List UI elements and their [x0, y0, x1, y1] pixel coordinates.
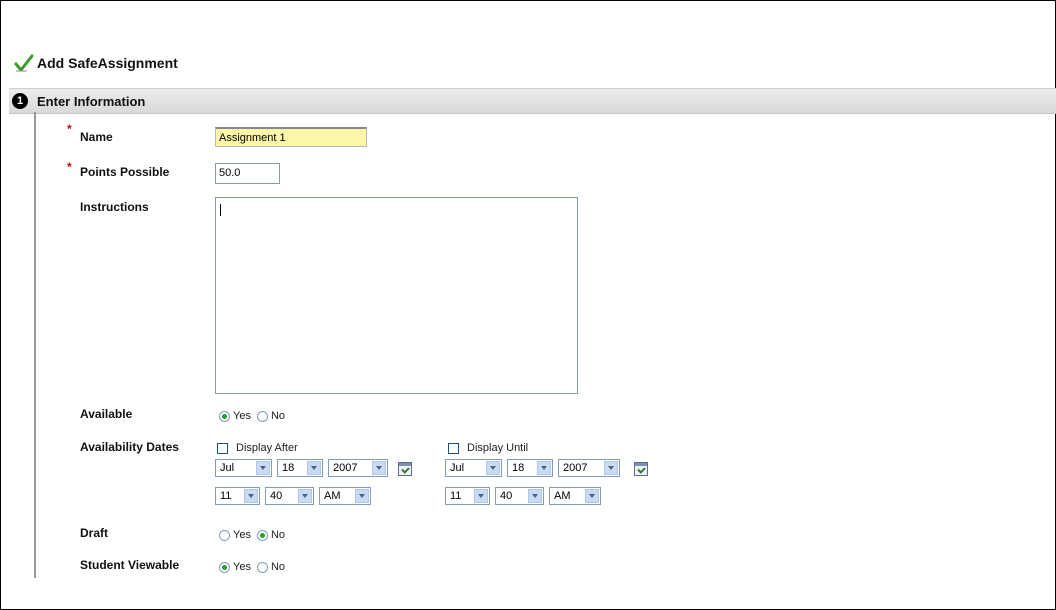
- student-viewable-yes-radio[interactable]: [219, 561, 230, 573]
- page-title: Add SafeAssignment: [14, 52, 178, 74]
- display-after-checkbox[interactable]: [217, 442, 228, 454]
- points-possible-label: Points Possible: [80, 165, 170, 179]
- required-marker: *: [67, 122, 72, 136]
- student-viewable-no-radio[interactable]: [256, 561, 268, 573]
- section-vertical-rule: [34, 112, 36, 578]
- select-value: Jul: [220, 462, 235, 474]
- draft-label: Draft: [80, 526, 109, 540]
- chevron-down-icon[interactable]: [474, 489, 488, 503]
- text-caret: [220, 204, 221, 216]
- chevron-down-icon[interactable]: [537, 461, 551, 475]
- available-no-label: No: [270, 410, 286, 422]
- draft-radio-group: Yes No: [219, 529, 291, 541]
- chevron-down-icon[interactable]: [307, 461, 321, 475]
- display-until-month-select[interactable]: Jul: [445, 459, 502, 477]
- calendar-icon[interactable]: [398, 462, 412, 476]
- chevron-down-icon[interactable]: [244, 489, 258, 503]
- chevron-down-icon[interactable]: [486, 461, 500, 475]
- display-after-minute-select[interactable]: 40: [265, 487, 314, 505]
- chevron-down-icon[interactable]: [604, 461, 618, 475]
- page-title-text: Add SafeAssignment: [37, 55, 178, 71]
- name-label: Name: [80, 130, 113, 144]
- display-until-minute-select[interactable]: 40: [495, 487, 544, 505]
- chevron-down-icon[interactable]: [372, 461, 386, 475]
- select-value: 40: [500, 490, 513, 502]
- display-until-checkbox[interactable]: [448, 442, 459, 454]
- green-check-icon: [14, 54, 34, 72]
- display-until-label: Display Until: [467, 442, 529, 454]
- chevron-down-icon[interactable]: [256, 461, 270, 475]
- student-viewable-radio-group: Yes No: [219, 561, 291, 573]
- select-value: 11: [450, 490, 462, 502]
- chevron-down-icon[interactable]: [298, 489, 312, 503]
- chevron-down-icon[interactable]: [355, 489, 369, 503]
- display-until-ampm-select[interactable]: AM: [549, 487, 601, 505]
- available-no-radio[interactable]: [256, 410, 268, 422]
- display-after-hour-select[interactable]: 11: [215, 487, 260, 505]
- select-value: 2007: [563, 462, 588, 474]
- instructions-textarea[interactable]: [215, 197, 578, 394]
- instructions-label: Instructions: [80, 200, 149, 214]
- display-after-day-select[interactable]: 18: [277, 459, 323, 477]
- available-yes-label: Yes: [233, 410, 251, 422]
- select-value: 18: [282, 462, 295, 474]
- available-radio-group: Yes No: [219, 410, 291, 422]
- calendar-icon[interactable]: [634, 462, 648, 476]
- draft-yes-radio[interactable]: [219, 529, 230, 541]
- chevron-down-icon[interactable]: [528, 489, 542, 503]
- display-after-row: Display After: [217, 442, 298, 454]
- name-input[interactable]: Assignment 1: [215, 127, 367, 147]
- draft-yes-label: Yes: [233, 529, 251, 541]
- select-value: AM: [324, 490, 341, 502]
- section-header: 1 Enter Information: [9, 88, 1056, 114]
- display-until-year-select[interactable]: 2007: [558, 459, 620, 477]
- chevron-down-icon[interactable]: [585, 489, 599, 503]
- display-after-month-select[interactable]: Jul: [215, 459, 272, 477]
- select-value: Jul: [450, 462, 465, 474]
- availability-dates-label: Availability Dates: [80, 440, 179, 454]
- display-until-hour-select[interactable]: 11: [445, 487, 490, 505]
- select-value: 2007: [333, 462, 358, 474]
- display-after-ampm-select[interactable]: AM: [319, 487, 371, 505]
- select-value: 11: [220, 490, 232, 502]
- display-after-year-select[interactable]: 2007: [328, 459, 388, 477]
- draft-no-label: No: [270, 529, 286, 541]
- select-value: 40: [270, 490, 283, 502]
- required-marker: *: [67, 160, 72, 174]
- available-label: Available: [80, 407, 133, 421]
- step-number-badge: 1: [12, 93, 28, 109]
- select-value: 18: [512, 462, 525, 474]
- student-viewable-no-label: No: [270, 561, 286, 573]
- display-until-day-select[interactable]: 18: [507, 459, 553, 477]
- display-after-label: Display After: [236, 442, 298, 454]
- draft-no-radio[interactable]: [256, 529, 268, 541]
- student-viewable-label: Student Viewable: [80, 558, 180, 572]
- section-title: Enter Information: [37, 93, 146, 109]
- points-possible-input[interactable]: 50.0: [215, 163, 280, 184]
- display-until-row: Display Until: [448, 442, 528, 454]
- available-yes-radio[interactable]: [219, 410, 230, 422]
- student-viewable-yes-label: Yes: [233, 561, 251, 573]
- select-value: AM: [554, 490, 571, 502]
